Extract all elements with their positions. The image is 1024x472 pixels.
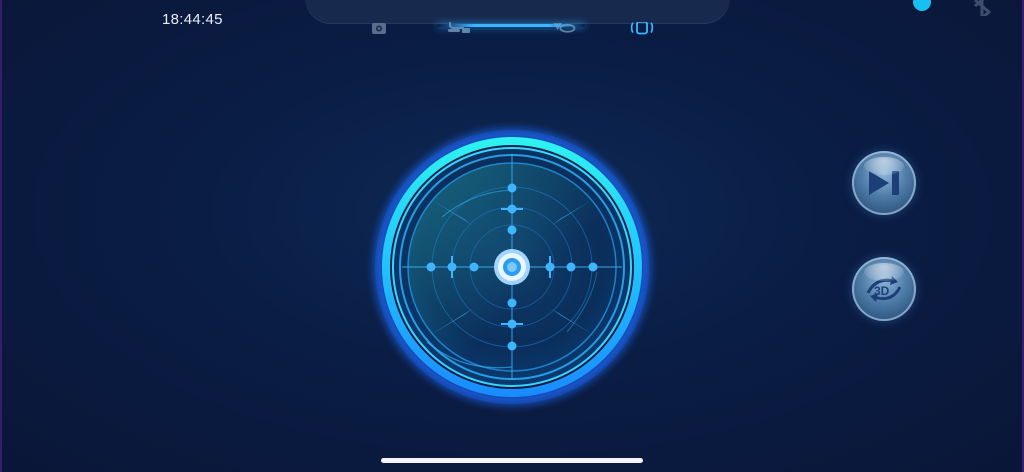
status-time: 18:44:45 — [162, 11, 223, 28]
rotate-3d-icon: 3D — [866, 276, 902, 302]
joystick[interactable] — [362, 121, 662, 413]
top-tab-bar — [305, 0, 730, 24]
connection-status-dot — [912, 0, 932, 12]
camera-icon — [372, 23, 386, 34]
bluetooth-icon[interactable] — [968, 0, 998, 20]
rotate-3d-button[interactable]: 3D — [852, 257, 916, 321]
crosshair-joystick-icon — [366, 121, 658, 413]
tab-vibrate[interactable] — [627, 22, 657, 42]
svg-text:3D: 3D — [874, 284, 890, 298]
app-logo — [26, 0, 94, 8]
active-tab-indicator — [437, 24, 585, 27]
home-indicator[interactable] — [381, 458, 643, 463]
play-pause-button[interactable] — [852, 151, 916, 215]
tab-camera[interactable] — [364, 22, 394, 42]
vibrate-icon — [630, 22, 654, 35]
play-pause-icon — [869, 171, 899, 195]
